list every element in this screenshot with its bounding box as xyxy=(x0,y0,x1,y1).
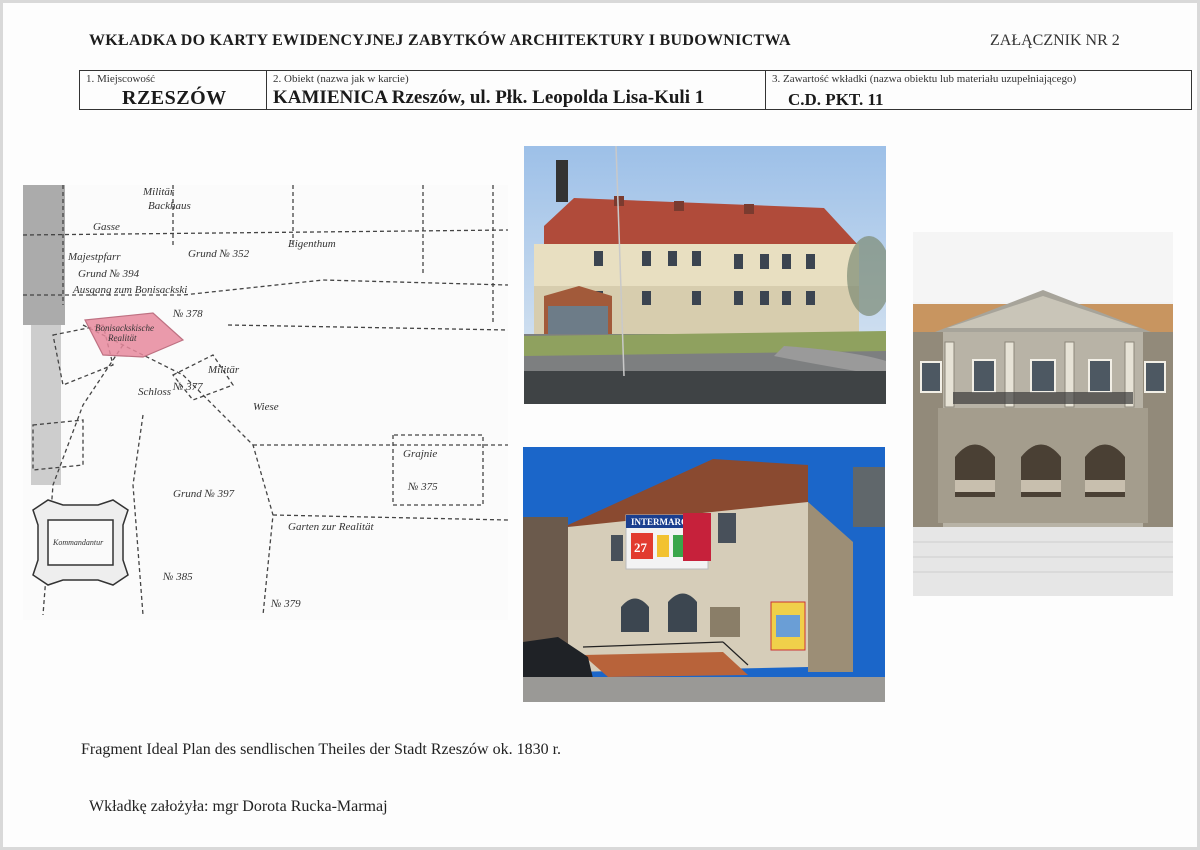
svg-text:Grund № 352: Grund № 352 xyxy=(188,248,250,260)
locality-label: 1. Miejscowość xyxy=(86,73,156,85)
locality-value: RZESZÓW xyxy=(122,87,227,109)
photo-corner-building: INTERMARCHE 27 xyxy=(523,447,885,702)
svg-text:№ 375: № 375 xyxy=(407,481,438,493)
svg-text:Grund № 397: Grund № 397 xyxy=(173,488,235,500)
svg-text:Grund № 394: Grund № 394 xyxy=(78,268,140,280)
object-label: 2. Obiekt (nazwa jak w karcie) xyxy=(273,73,409,85)
svg-text:Eigenthum: Eigenthum xyxy=(287,238,336,250)
svg-text:Militär: Militär xyxy=(142,186,175,198)
svg-text:27: 27 xyxy=(634,540,648,555)
contents-cell: 3. Zawartość wkładki (nazwa obiektu lub … xyxy=(766,71,1191,109)
svg-text:Grajnie: Grajnie xyxy=(403,448,437,460)
svg-text:Majestpfarr: Majestpfarr xyxy=(67,251,121,263)
contents-value: C.D. PKT. 11 xyxy=(788,90,884,109)
svg-text:№ 378: № 378 xyxy=(172,308,203,320)
photo-portico xyxy=(913,232,1173,596)
billboard: INTERMARCHE 27 xyxy=(625,513,711,570)
svg-text:Gasse: Gasse xyxy=(93,221,120,233)
svg-text:Backhaus: Backhaus xyxy=(148,200,191,212)
object-value: KAMIENICA Rzeszów, ul. Płk. Leopolda Lis… xyxy=(273,87,705,108)
author-line: Wkładkę założyła: mgr Dorota Rucka-Marma… xyxy=(89,798,388,815)
locality-cell: 1. Miejscowość RZESZÓW xyxy=(80,71,267,109)
svg-text:Garten zur Realität: Garten zur Realität xyxy=(288,521,374,533)
info-table: 1. Miejscowość RZESZÓW 2. Obiekt (nazwa … xyxy=(79,70,1192,110)
svg-text:Schloss: Schloss xyxy=(138,386,171,398)
map-caption: Fragment Ideal Plan des sendlischen Thei… xyxy=(81,741,562,758)
contents-label: 3. Zawartość wkładki (nazwa obiektu lub … xyxy=(772,73,1077,85)
svg-text:Ausgang zum Bonisackski: Ausgang zum Bonisackski xyxy=(72,284,187,296)
svg-text:№ 377: № 377 xyxy=(172,381,203,393)
svg-text:Bonisackskische: Bonisackskische xyxy=(95,323,154,333)
object-cell: 2. Obiekt (nazwa jak w karcie) KAMIENICA… xyxy=(267,71,766,109)
svg-text:Wiese: Wiese xyxy=(253,401,279,413)
photo-street-view xyxy=(524,146,886,404)
svg-text:Militär: Militär xyxy=(207,364,240,376)
annex-label: ZAŁĄCZNIK NR 2 xyxy=(990,32,1120,49)
svg-text:Realität: Realität xyxy=(107,333,137,343)
historical-map: Militär Backhaus Gasse Majestpfarr Grund… xyxy=(22,185,509,620)
svg-text:№ 379: № 379 xyxy=(270,598,301,610)
svg-text:№ 385: № 385 xyxy=(162,571,193,583)
svg-text:Kommandantur: Kommandantur xyxy=(52,538,104,547)
document-title: WKŁADKA DO KARTY EWIDENCYJNEJ ZABYTKÓW A… xyxy=(89,32,791,49)
